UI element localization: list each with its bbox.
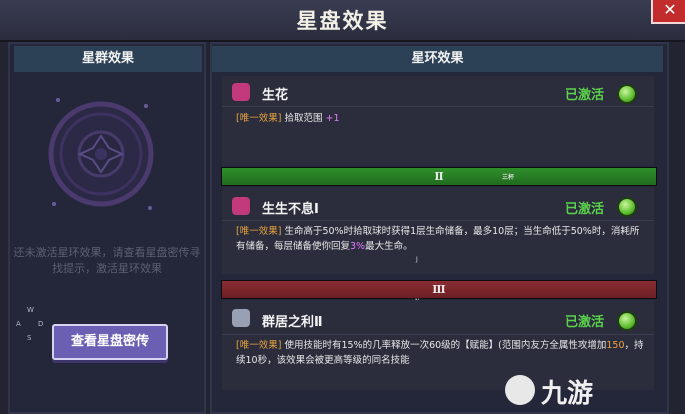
constellation-header: 星群效果 xyxy=(14,46,202,72)
compass-a: A xyxy=(16,320,21,328)
divider xyxy=(222,106,654,107)
desc-text: 生命高于50%时拾取球时获得1层生命储备，最多10层；当生命低于50%时，消耗所… xyxy=(236,226,640,252)
tier-numeral: Ⅲ xyxy=(432,283,446,296)
entry-name: 群居之利Ⅱ xyxy=(262,315,323,330)
jiuyou-logo-icon xyxy=(505,375,535,405)
entry-description: [唯一效果] 拾取范围 +1 xyxy=(236,111,644,126)
desc-value: 150 xyxy=(606,340,625,351)
wolf-icon xyxy=(232,309,250,327)
tier-numeral: Ⅱ xyxy=(434,170,444,183)
compass-w: W xyxy=(27,306,34,314)
unique-effect-tag: [唯一效果] xyxy=(236,226,282,237)
compass-s: S xyxy=(27,334,32,342)
active-indicator-icon xyxy=(617,84,637,104)
active-status: 已激活 xyxy=(565,88,605,103)
tier-divider: Ⅱ 三杯 xyxy=(221,167,657,186)
desc-value: 3% xyxy=(350,241,366,252)
desc-text: 拾取范围 xyxy=(284,113,323,124)
unique-effect-tag: [唯一效果] xyxy=(236,113,282,124)
divider xyxy=(222,334,654,335)
star-disk-emblem xyxy=(48,98,154,210)
entry-description: [唯一效果] 生命高于50%时拾取球时获得1层生命储备，最多10层；当生命低于5… xyxy=(236,224,644,254)
divider xyxy=(222,220,654,221)
desc-text: 使用技能时有15%的几率释放一次60级的【赋能】(范围内友方全属性攻增加 xyxy=(284,340,607,351)
tier-tiny-text: 三杯 xyxy=(502,174,515,181)
tier-divider: Ⅲ xyxy=(221,280,657,299)
star-ring-header: 星环效果 xyxy=(212,46,663,72)
entry-name: 生生不息Ⅰ xyxy=(262,202,319,217)
flower-icon xyxy=(232,197,250,215)
active-indicator-icon xyxy=(617,311,637,331)
active-status: 已激活 xyxy=(565,315,605,330)
flower-icon xyxy=(232,83,250,101)
desc-text: 最大生命。 xyxy=(365,241,413,252)
inactive-hint: 还未激活星环效果，请查看星盘密传寻找提示，激活星环效果 xyxy=(13,246,201,275)
window-title: 星盘效果 xyxy=(296,9,389,33)
watermark-text: 九游 xyxy=(541,379,594,409)
unique-effect-tag: [唯一效果] xyxy=(236,340,282,351)
title-bar: 星盘效果 xyxy=(0,0,685,42)
desc-value: +1 xyxy=(325,113,340,124)
view-star-disk-secret-button[interactable]: 查看星盘密传 xyxy=(52,324,168,360)
compass-icon: W D A S xyxy=(16,306,44,342)
active-indicator-icon xyxy=(617,197,637,217)
stray-letter: J xyxy=(416,256,418,263)
active-status: 已激活 xyxy=(565,202,605,217)
entry-name: 生花 xyxy=(262,88,289,103)
entry-description: [唯一效果] 使用技能时有15%的几率释放一次60级的【赋能】(范围内友方全属性… xyxy=(236,338,644,368)
compass-d: D xyxy=(38,320,44,328)
close-icon[interactable]: ✕ xyxy=(651,0,685,24)
watermark: 九游 xyxy=(505,371,681,411)
